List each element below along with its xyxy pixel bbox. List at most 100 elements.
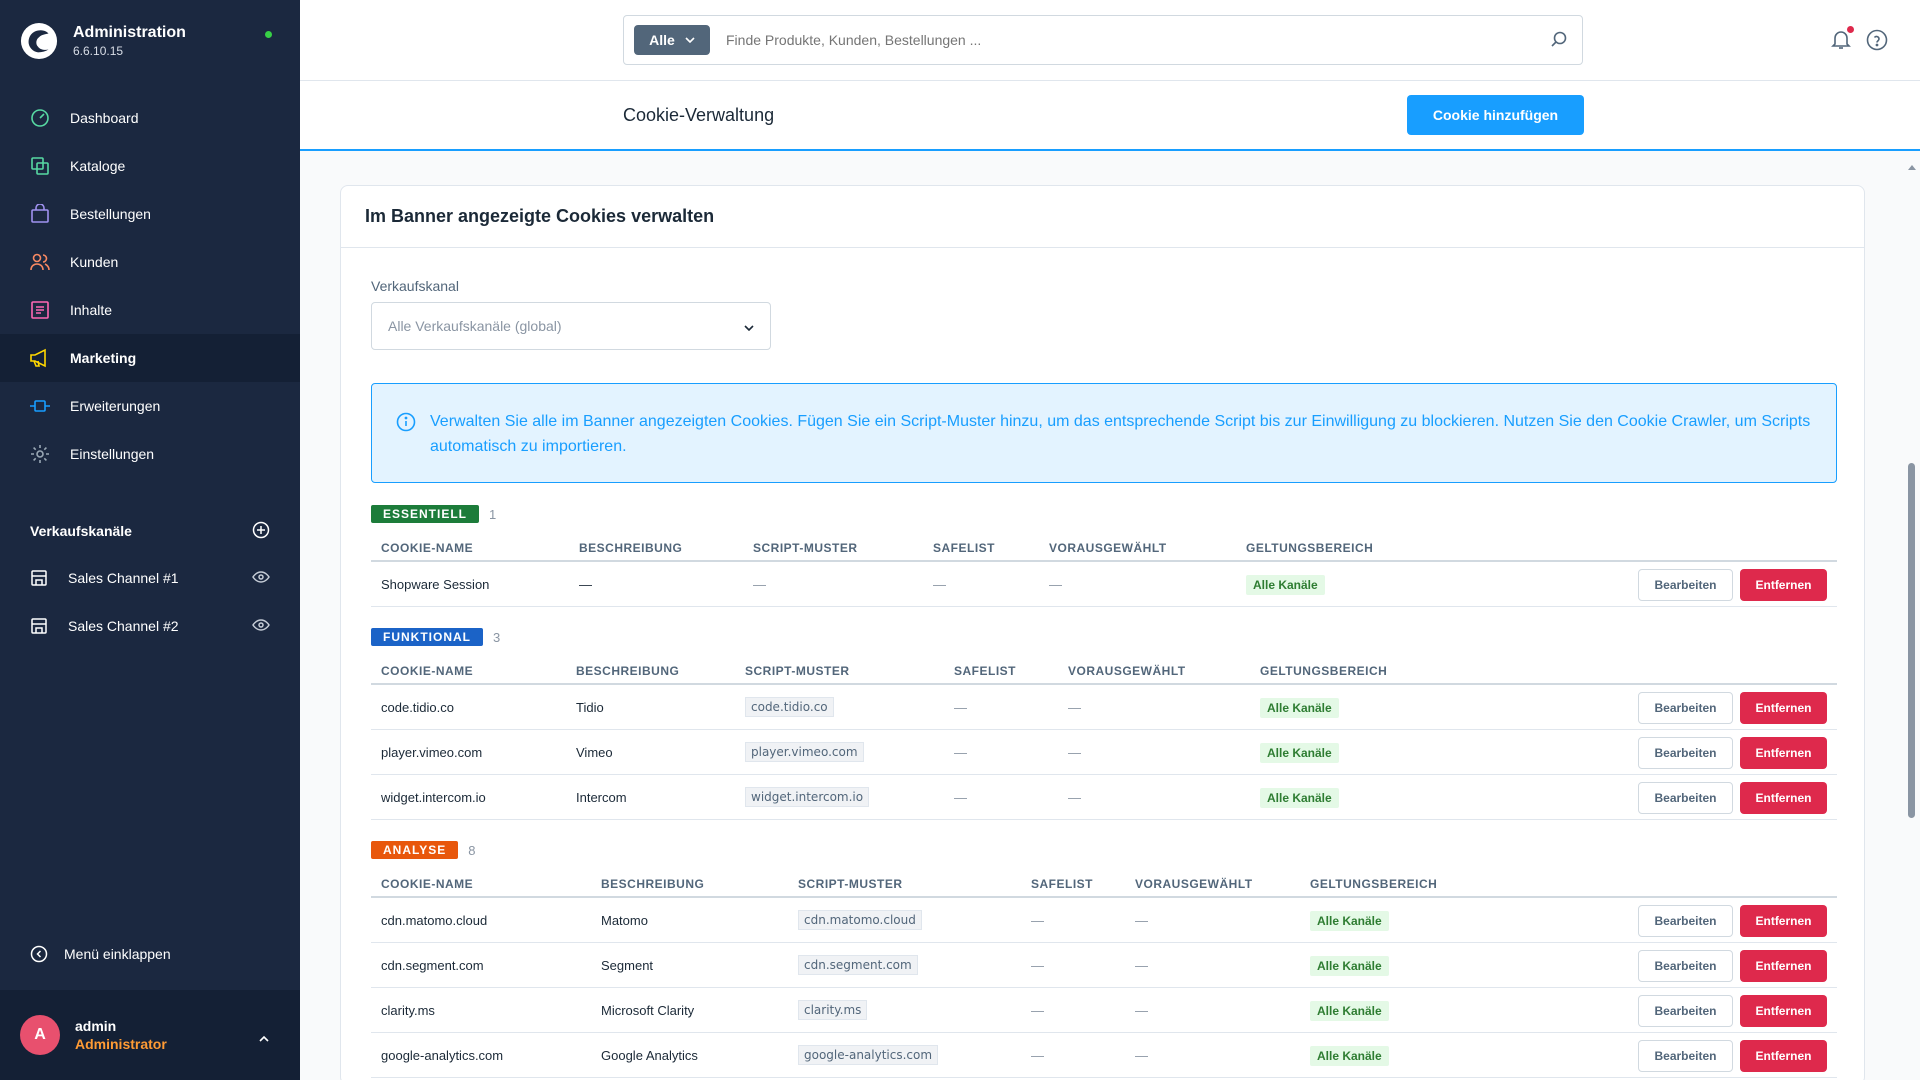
scroll-up-arrow-icon[interactable] xyxy=(1908,157,1916,175)
table-row: google-analytics.com Google Analytics go… xyxy=(371,1033,1837,1078)
card-title: Im Banner angezeigte Cookies verwalten xyxy=(341,186,1864,248)
cookie-preselected: — xyxy=(1135,1003,1148,1018)
edit-button[interactable]: Bearbeiten xyxy=(1638,737,1733,769)
nav-item-bestellungen[interactable]: Bestellungen xyxy=(0,190,300,238)
chevron-up-icon xyxy=(258,1030,270,1048)
group-count: 1 xyxy=(489,506,497,522)
table-row: cdn.segment.com Segment cdn.segment.com … xyxy=(371,943,1837,988)
remove-button[interactable]: Entfernen xyxy=(1740,1040,1827,1072)
users-icon xyxy=(28,250,52,274)
nav-label: Erweiterungen xyxy=(70,398,161,414)
script-pattern: cdn.segment.com xyxy=(798,955,918,975)
remove-button[interactable]: Entfernen xyxy=(1740,737,1827,769)
col-cookie-name: COOKIE-NAME xyxy=(381,664,474,678)
sales-channel-label: Sales Channel #1 xyxy=(68,570,179,586)
sales-channel-item[interactable]: Sales Channel #2 xyxy=(0,602,300,650)
nav-item-einstellungen[interactable]: Einstellungen xyxy=(0,430,300,478)
shopware-logo-icon xyxy=(20,22,58,60)
nav-item-inhalte[interactable]: Inhalte xyxy=(0,286,300,334)
cookie-group-funktional: FUNKTIONAL 3 COOKIE-NAME BESCHREIBUNG SC… xyxy=(371,627,1837,820)
scope-tag: Alle Kanäle xyxy=(1246,575,1325,595)
cookie-preselected: — xyxy=(1068,745,1081,760)
scope-tag: Alle Kanäle xyxy=(1260,788,1339,808)
nav-item-dashboard[interactable]: Dashboard xyxy=(0,94,300,142)
global-search: Alle xyxy=(623,15,1583,65)
script-pattern: player.vimeo.com xyxy=(745,742,864,762)
sales-channel-label: Sales Channel #2 xyxy=(68,618,179,634)
sales-channel-select[interactable]: Alle Verkaufskanäle (global) xyxy=(371,302,771,350)
edit-button[interactable]: Bearbeiten xyxy=(1638,782,1733,814)
cookie-pattern-empty: — xyxy=(753,577,766,592)
cookie-description: Vimeo xyxy=(576,745,613,760)
edit-button[interactable]: Bearbeiten xyxy=(1638,995,1733,1027)
nav-item-kunden[interactable]: Kunden xyxy=(0,238,300,286)
group-badge: FUNKTIONAL xyxy=(371,628,483,646)
collapse-menu-button[interactable]: Menü einklappen xyxy=(30,945,171,963)
scrollbar-thumb[interactable] xyxy=(1908,463,1915,818)
nav-item-erweiterungen[interactable]: Erweiterungen xyxy=(0,382,300,430)
edit-button[interactable]: Bearbeiten xyxy=(1638,950,1733,982)
nav-item-kataloge[interactable]: Kataloge xyxy=(0,142,300,190)
search-type-dropdown[interactable]: Alle xyxy=(634,25,710,55)
remove-button[interactable]: Entfernen xyxy=(1740,950,1827,982)
edit-button[interactable]: Bearbeiten xyxy=(1638,1040,1733,1072)
remove-button[interactable]: Entfernen xyxy=(1740,569,1827,601)
eye-icon[interactable] xyxy=(252,570,270,586)
edit-button[interactable]: Bearbeiten xyxy=(1638,692,1733,724)
script-pattern: code.tidio.co xyxy=(745,697,834,717)
col-cookie-name: COOKIE-NAME xyxy=(381,541,474,555)
remove-button[interactable]: Entfernen xyxy=(1740,905,1827,937)
edit-button[interactable]: Bearbeiten xyxy=(1638,905,1733,937)
page-header: Cookie-Verwaltung Cookie hinzufügen xyxy=(300,81,1920,151)
cookie-safelist: — xyxy=(954,790,967,805)
user-name: admin xyxy=(75,1018,117,1034)
group-badge: ANALYSE xyxy=(371,841,459,859)
sales-channels: Verkaufskanäle Sales Channel #1 Sales Ch… xyxy=(0,508,300,650)
search-input[interactable] xyxy=(726,32,1526,48)
plug-icon xyxy=(28,394,52,418)
cookie-name: code.tidio.co xyxy=(381,700,454,715)
brand[interactable]: Administration 6.6.10.15 xyxy=(20,22,186,60)
sales-channel-item[interactable]: Sales Channel #1 xyxy=(0,554,300,602)
search-icon[interactable] xyxy=(1550,30,1568,53)
cookie-management-card: Im Banner angezeigte Cookies verwalten V… xyxy=(340,185,1865,1080)
nav-item-marketing[interactable]: Marketing xyxy=(0,334,300,382)
megaphone-icon xyxy=(28,346,52,370)
notification-badge xyxy=(1847,26,1854,33)
table-row: player.vimeo.com Vimeo player.vimeo.com … xyxy=(371,730,1837,775)
col-preselected: VORAUSGEWÄHLT xyxy=(1135,877,1253,891)
scope-tag: Alle Kanäle xyxy=(1310,911,1389,931)
cookie-safelist: — xyxy=(1031,913,1044,928)
col-safelist: SAFELIST xyxy=(1031,877,1094,891)
add-sales-channel-icon[interactable] xyxy=(252,521,270,542)
table-header: COOKIE-NAME BESCHREIBUNG SCRIPT-MUSTER S… xyxy=(371,653,1837,685)
cookie-description: Microsoft Clarity xyxy=(601,1003,695,1018)
eye-icon[interactable] xyxy=(252,618,270,634)
cookie-name: google-analytics.com xyxy=(381,1048,504,1063)
notification-bell-icon[interactable] xyxy=(1830,26,1854,55)
edit-button[interactable]: Bearbeiten xyxy=(1638,569,1733,601)
remove-button[interactable]: Entfernen xyxy=(1740,782,1827,814)
cookie-description: Tidio xyxy=(576,700,604,715)
col-preselected: VORAUSGEWÄHLT xyxy=(1049,541,1167,555)
table-row: Shopware Session — — — — Alle Kanäle Bea… xyxy=(371,562,1837,607)
script-pattern: widget.intercom.io xyxy=(745,787,870,807)
table-header: COOKIE-NAME BESCHREIBUNG SCRIPT-MUSTER S… xyxy=(371,530,1837,562)
col-script-pattern: SCRIPT-MUSTER xyxy=(753,541,858,555)
cookie-safelist: — xyxy=(1031,1048,1044,1063)
cookie-name: Shopware Session xyxy=(381,577,490,592)
remove-button[interactable]: Entfernen xyxy=(1740,995,1827,1027)
help-icon[interactable] xyxy=(1866,29,1888,56)
col-safelist: SAFELIST xyxy=(933,541,996,555)
col-description: BESCHREIBUNG xyxy=(579,541,683,555)
cookie-group-analyse: ANALYSE 8 COOKIE-NAME BESCHREIBUNG SCRIP… xyxy=(371,840,1837,1078)
group-count: 8 xyxy=(468,842,476,858)
gear-icon xyxy=(28,442,52,466)
remove-button[interactable]: Entfernen xyxy=(1740,692,1827,724)
add-cookie-button[interactable]: Cookie hinzufügen xyxy=(1407,95,1584,135)
cookie-preselected: — xyxy=(1135,913,1148,928)
storefront-icon xyxy=(30,617,48,635)
user-menu[interactable]: A admin Administrator xyxy=(0,990,300,1080)
nav-label: Kunden xyxy=(70,254,119,270)
cookie-name: player.vimeo.com xyxy=(381,745,483,760)
